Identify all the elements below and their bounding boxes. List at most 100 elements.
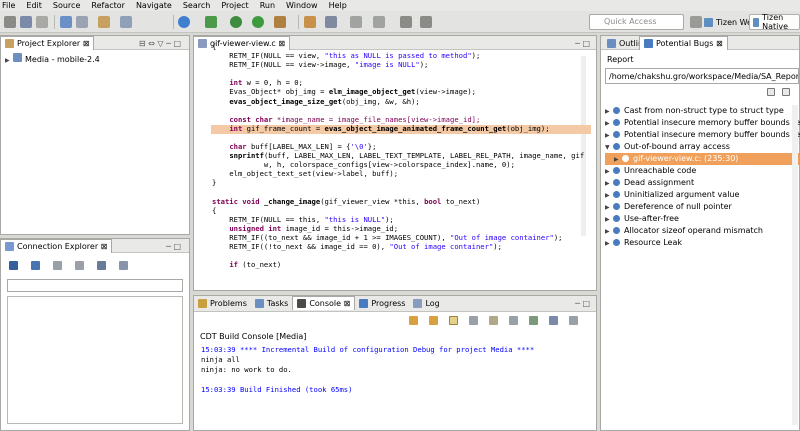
log-icon[interactable] <box>97 261 106 270</box>
print-icon[interactable] <box>36 16 48 28</box>
bug-item[interactable]: ▶ Uninitialized argument value <box>605 189 799 201</box>
connection-input[interactable] <box>7 279 183 292</box>
emulator-icon[interactable] <box>31 261 40 270</box>
code-line[interactable]: char buff[LABEL_MAX_LEN] = {'\0'}; <box>212 142 584 151</box>
project-item[interactable]: ▶ Media - mobile-2.4 <box>5 53 100 67</box>
pull-icon[interactable] <box>53 261 62 270</box>
bug-item[interactable]: ▶ Dead assignment <box>605 177 799 189</box>
bug-item[interactable]: ▶ gif-viewer-view.c: (235:30) <box>605 153 799 165</box>
perspective-tizen-native[interactable]: Tizen Native <box>749 13 800 31</box>
bug-item[interactable]: ▶ Resource Leak <box>605 237 799 249</box>
run-ext-icon[interactable] <box>252 16 264 28</box>
search-icon[interactable] <box>325 16 337 28</box>
menu-item[interactable]: Window <box>286 1 318 10</box>
bug-item[interactable]: ▶ Potential insecure memory buffer bounds… <box>605 117 800 129</box>
menu-item[interactable]: Help <box>329 1 347 10</box>
debug-icon[interactable] <box>230 16 242 28</box>
menu-item[interactable]: Refactor <box>91 1 125 10</box>
code-line[interactable]: const char *image_name = image_file_name… <box>212 115 584 124</box>
code-line[interactable]: RETM_IF(NULL == this, "this is NULL"); <box>212 215 584 224</box>
code-line[interactable]: RETM_IF((to_next && image_id + 1 >= IMAG… <box>212 233 584 242</box>
lock-icon[interactable] <box>409 316 418 325</box>
annotation-icon[interactable] <box>373 16 385 28</box>
code-area[interactable]: { RETM_IF(NULL == view, "this as NULL is… <box>212 42 584 269</box>
terminate-icon[interactable] <box>509 316 518 325</box>
display-console-icon[interactable] <box>529 316 538 325</box>
menu-item[interactable]: Run <box>260 1 275 10</box>
expand-all-icon[interactable] <box>767 88 775 96</box>
external-tools-icon[interactable] <box>120 16 132 28</box>
code-line[interactable]: int w = 0, h = 0; <box>212 78 584 87</box>
bugs-scrollbar[interactable] <box>792 105 798 425</box>
run-icon[interactable] <box>205 16 217 28</box>
bug-item[interactable]: ▼ Out-of-bound array access <box>605 141 799 153</box>
clear-icon[interactable] <box>469 316 478 325</box>
console-controls-icon[interactable]: ─ □ <box>575 299 590 308</box>
build-all-icon[interactable] <box>76 16 88 28</box>
device-icon[interactable] <box>9 261 18 270</box>
code-line[interactable] <box>212 133 584 142</box>
collapse-all-icon[interactable] <box>782 88 790 96</box>
scroll-lock-icon[interactable] <box>449 316 458 325</box>
tools-icon[interactable] <box>98 16 110 28</box>
tab-tasks[interactable]: Tasks <box>251 296 292 310</box>
push-icon[interactable] <box>75 261 84 270</box>
tab-project-explorer[interactable]: Project Explorer ⊠ <box>0 36 95 50</box>
save-icon[interactable] <box>20 16 32 28</box>
back-icon[interactable] <box>400 16 412 28</box>
tab-potential-bugs[interactable]: Potential Bugs ⊠ <box>639 36 728 50</box>
open-perspective-icon[interactable] <box>690 16 702 28</box>
code-line[interactable]: { <box>212 42 584 51</box>
tab-console[interactable]: Console ⊠ <box>292 296 356 310</box>
code-line[interactable]: Evas_Object* obj_img = elm_image_object_… <box>212 87 584 96</box>
toggle-icon[interactable] <box>350 16 362 28</box>
code-line[interactable]: snprintf(buff, LABEL_MAX_LEN, LABEL_TEXT… <box>212 151 584 160</box>
pin-icon[interactable] <box>429 316 438 325</box>
bug-item[interactable]: ▶ Use-after-free <box>605 213 799 225</box>
code-line[interactable]: } <box>212 178 584 187</box>
bug-item[interactable]: ▶ Potential insecure memory buffer bounds… <box>605 129 800 141</box>
profile-icon[interactable] <box>274 16 286 28</box>
panel-controls-icon[interactable]: ─ □ <box>166 242 181 251</box>
bug-item[interactable]: ▶ Allocator sizeof operand mismatch <box>605 225 799 237</box>
new-icon[interactable] <box>4 16 16 28</box>
code-line[interactable] <box>212 106 584 115</box>
word-wrap-icon[interactable] <box>489 316 498 325</box>
menu-item[interactable]: Search <box>183 1 210 10</box>
code-line[interactable]: static void _change_image(gif_viewer_vie… <box>212 197 584 206</box>
tab-progress[interactable]: Progress <box>355 296 409 310</box>
bug-item[interactable]: ▶ Dereference of null pointer <box>605 201 799 213</box>
expanded-icon[interactable]: ▼ <box>605 142 613 154</box>
code-line[interactable]: RETM_IF(NULL == view->image, "image is N… <box>212 60 584 69</box>
open-console-icon[interactable] <box>549 316 558 325</box>
menu-item[interactable]: Project <box>221 1 248 10</box>
code-line[interactable]: if (to_next) <box>212 260 584 269</box>
refresh-icon[interactable] <box>178 16 190 28</box>
code-line[interactable]: w, h, colorspace_configs[view->colorspac… <box>212 160 584 169</box>
collapsed-icon[interactable]: ▶ <box>605 238 613 250</box>
code-line[interactable]: RETM_IF(NULL == view, "this as NULL is p… <box>212 51 584 60</box>
tab-log[interactable]: Log <box>409 296 443 310</box>
code-line[interactable] <box>212 69 584 78</box>
code-line[interactable]: RETM_IF((!to_next && image_id == 0), "Ou… <box>212 242 584 251</box>
view-menu-icon[interactable]: ⊟ ⇔ ▽ ─ □ <box>139 39 181 48</box>
menu-item[interactable]: Edit <box>26 1 42 10</box>
report-path-field[interactable]: /home/chakshu.gro/workspace/Media/SA_Rep… <box>605 68 799 84</box>
open-type-icon[interactable] <box>304 16 316 28</box>
menu-item[interactable]: Source <box>53 1 80 10</box>
code-line[interactable]: elm_object_text_set(view->label, buff); <box>212 169 584 178</box>
code-line[interactable] <box>212 251 584 260</box>
code-line[interactable]: evas_object_image_size_get(obj_img, &w, … <box>212 97 584 106</box>
tab-connection-explorer[interactable]: Connection Explorer ⊠ <box>0 239 113 253</box>
connection-tree[interactable] <box>7 296 183 424</box>
menu-icon[interactable] <box>119 261 128 270</box>
code-line[interactable] <box>212 188 584 197</box>
build-icon[interactable] <box>60 16 72 28</box>
quick-access-input[interactable]: Quick Access <box>589 14 684 30</box>
menu-item[interactable]: Navigate <box>136 1 172 10</box>
new-console-icon[interactable] <box>569 316 578 325</box>
code-line[interactable]: { <box>212 206 584 215</box>
bug-item[interactable]: ▶ Cast from non-struct type to struct typ… <box>605 105 799 117</box>
tab-problems[interactable]: Problems <box>194 296 251 310</box>
menu-item[interactable]: File <box>2 1 15 10</box>
